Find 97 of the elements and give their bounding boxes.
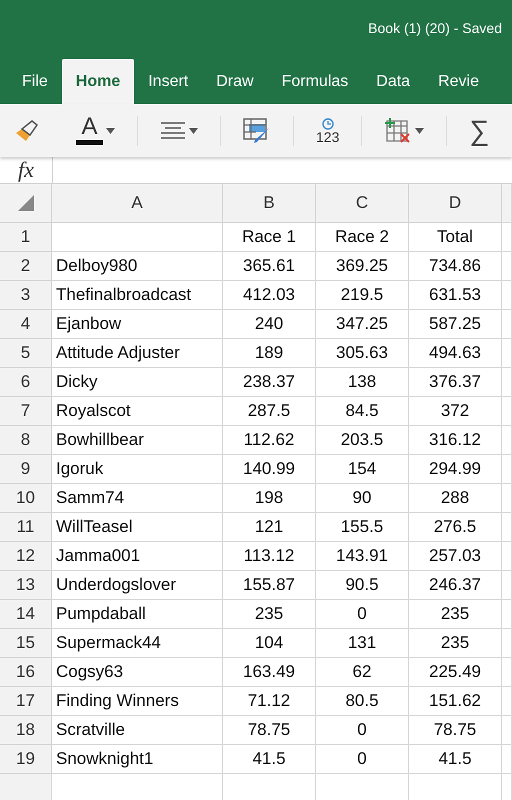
table-cell: 365.61 [223,252,316,281]
table-cell: 163.49 [223,658,316,687]
table-cell: 240 [223,310,316,339]
row-header[interactable]: 16 [0,658,52,687]
table-cell: 131 [316,629,409,658]
sum-icon[interactable]: ∑ [469,116,490,144]
delete-cells-icon[interactable] [384,118,412,144]
window-title: Book (1) (20) - Saved [368,20,502,36]
table-cell: 113.12 [223,542,316,571]
row-header[interactable]: 2 [0,252,52,281]
function-label[interactable]: fx [0,157,53,183]
caret-icon [106,128,115,134]
column-header[interactable]: C [316,184,409,223]
ribbon-tab[interactable]: Data [362,59,424,104]
table-cell: Finding Winners [52,687,223,716]
row-header[interactable]: 12 [0,542,52,571]
ribbon-tab[interactable]: Home [62,59,134,104]
table-cell: 203.5 [316,426,409,455]
table-cell: Delboy980 [52,252,223,281]
table-cell: 412.03 [223,281,316,310]
table-cell: 189 [223,339,316,368]
table-cell: 347.25 [316,310,409,339]
table-cell: Supermack44 [52,629,223,658]
ribbon-tab[interactable]: File [8,59,62,104]
row-header[interactable]: 11 [0,513,52,542]
table-cell: 78.75 [223,716,316,745]
table-cell: 238.37 [223,368,316,397]
ribbon-tab[interactable]: Draw [202,59,268,104]
table-cell: 104 [223,629,316,658]
table-cell: 121 [223,513,316,542]
table-cell: 62 [316,658,409,687]
table-cell: 71.12 [223,687,316,716]
row-header[interactable]: 14 [0,600,52,629]
table-cell: Igoruk [52,455,223,484]
table-cell: 305.63 [316,339,409,368]
table-cell: Thefinalbroadcast [52,281,223,310]
table-cell: Royalscot [52,397,223,426]
row-header[interactable]: 5 [0,339,52,368]
row-header[interactable]: 4 [0,310,52,339]
table-cell: Cogsy63 [52,658,223,687]
table-cell: 140.99 [223,455,316,484]
table-cell: Dicky [52,368,223,397]
row-header[interactable]: 1 [0,223,52,252]
row-header[interactable]: 8 [0,426,52,455]
table-cell: 235 [223,600,316,629]
table-cell: Samm74 [52,484,223,513]
caret-icon [415,128,424,134]
table-cell: 90 [316,484,409,513]
table-cell: Jamma001 [52,542,223,571]
table-cell: 369.25 [316,252,409,281]
table-cell: 154 [316,455,409,484]
toolbar-button[interactable]: 123 [294,104,362,157]
table-cell: Bowhillbear [52,426,223,455]
table-cell: 84.5 [316,397,409,426]
table-cell: Ejanbow [52,310,223,339]
table-cell: 90.5 [316,571,409,600]
table-cell: 0 [316,716,409,745]
table-cell: 155.5 [316,513,409,542]
row-header[interactable]: 7 [0,397,52,426]
column-header[interactable]: B [223,184,316,223]
table-format-icon[interactable] [243,118,271,144]
table-cell: 198 [223,484,316,513]
row-header[interactable]: 18 [0,716,52,745]
select-all-icon[interactable] [18,195,34,211]
table-cell: 287.5 [223,397,316,426]
row-header[interactable]: 19 [0,745,52,774]
align-icon[interactable] [160,120,186,140]
caret-icon [189,128,198,134]
table-cell: WillTeasel [52,513,223,542]
column-header[interactable]: A [52,184,223,223]
table-cell: 143.91 [316,542,409,571]
ribbon-tab[interactable]: Revie [424,59,479,104]
row-header[interactable]: 17 [0,687,52,716]
row-header[interactable]: 3 [0,281,52,310]
ribbon-tab[interactable]: Formulas [268,59,362,104]
ribbon-tab[interactable]: Insert [134,59,202,104]
toolbar-button[interactable]: ∑ [447,104,512,157]
row-header[interactable]: 13 [0,571,52,600]
table-cell: Attitude Adjuster [52,339,223,368]
table-cell: Underdogslover [52,571,223,600]
table-cell: 0 [316,600,409,629]
table-cell: 80.5 [316,687,409,716]
row-header[interactable]: 6 [0,368,52,397]
toolbar-button[interactable]: A [54,104,137,157]
row-header[interactable]: 9 [0,455,52,484]
table-cell: 155.87 [223,571,316,600]
format-painter-icon[interactable] [14,118,40,142]
table-cell: Race 2 [316,223,409,252]
table-cell: Pumpdaball [52,600,223,629]
table-cell: 112.62 [223,426,316,455]
row-header[interactable]: 15 [0,629,52,658]
table-cell: Race 1 [223,223,316,252]
table-cell: Scratville [52,716,223,745]
table-cell: 219.5 [316,281,409,310]
table-cell: 138 [316,368,409,397]
row-header[interactable]: 10 [0,484,52,513]
column-header[interactable]: D [409,184,502,223]
